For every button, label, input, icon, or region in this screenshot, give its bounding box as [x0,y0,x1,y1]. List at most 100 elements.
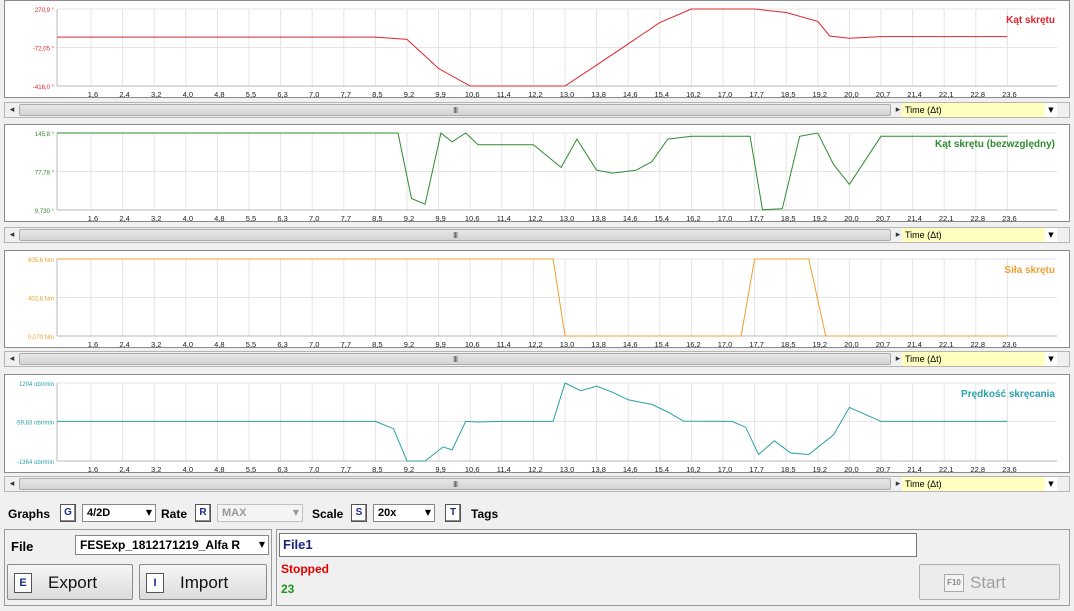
x-tick-label: 9,9 [435,90,445,99]
tags-label[interactable]: Tags [471,504,498,524]
tags-hotkey[interactable]: T [445,504,461,522]
export-button[interactable]: E Export [7,564,133,600]
scroll-left-icon[interactable]: ◂ [5,477,19,491]
x-tick-label: 19,2 [812,214,827,223]
x-tick-label: 19,2 [812,340,827,349]
chevron-down-icon: ▼ [258,536,265,554]
time-axis-label: Time (Δt) [905,105,942,115]
time-axis-select[interactable]: Time (Δt) ▼ [902,228,1057,242]
rate-select[interactable]: MAX ▼ [217,504,303,522]
scroll-thumb[interactable]: III [19,229,891,241]
chart-scrollbar[interactable]: ◂ III ▸ Time (Δt) ▼ [4,351,1070,367]
x-tick-label: 4,0 [183,340,193,349]
chevron-down-icon[interactable]: ▼ [1045,352,1057,366]
x-tick-label: 17,7 [749,465,764,474]
x-tick-label: 1,6 [88,214,98,223]
x-tick-label: 4,0 [183,90,193,99]
x-tick-label: 7,0 [309,340,319,349]
chart-scrollbar[interactable]: ◂ III ▸ Time (Δt) ▼ [4,476,1070,492]
time-axis-select[interactable]: Time (Δt) ▼ [902,103,1057,117]
x-tick-label: 9,2 [404,214,414,223]
x-tick-label: 7,0 [309,465,319,474]
graphs-select[interactable]: 4/2D ▼ [82,504,156,522]
chart-scrollbar[interactable]: ◂ III ▸ Time (Δt) ▼ [4,102,1070,118]
x-tick-label: 11,4 [497,90,511,99]
status-text: Stopped [281,562,329,576]
x-tick-label: 2,4 [119,214,129,223]
file-name-field[interactable]: File1 [279,533,917,557]
file-select[interactable]: FESExp_1812171219_Alfa R ▼ [75,535,269,555]
x-tick-label: 18,5 [781,214,796,223]
x-tick-label: 1,6 [88,340,98,349]
x-tick-label: 17,7 [749,340,764,349]
chart-steering-speed: 1,6 2,4 3,2 4,0 4,8 5,5 6,3 7,0 7,7 8,5 9,2 9,9 10,6… [15,382,1057,474]
chart-title: Siła skrętu [1004,265,1055,276]
x-tick-label: 20,0 [844,465,859,474]
x-tick-label: 22,8 [970,465,985,474]
scroll-grip-icon: III [453,355,458,364]
x-tick-label: 3,2 [151,214,161,223]
chevron-down-icon[interactable]: ▼ [1045,477,1057,491]
chevron-down-icon: ▼ [145,508,152,517]
x-tick-label: 4,8 [214,465,224,474]
chevron-down-icon[interactable]: ▼ [1045,228,1057,242]
scroll-thumb[interactable]: III [19,104,891,116]
import-button[interactable]: I Import [139,564,267,600]
x-tick-label: 17,0 [718,214,733,223]
x-tick-label: 10,6 [465,465,480,474]
x-tick-label: 7,7 [341,90,351,99]
scroll-grip-icon: III [453,106,458,115]
chart-panel-steering-angle: 1,6 2,4 3,2 4,0 4,8 5,5 6,3 7,0 7,7 8,5 9,2 9,9 10,6… [4,0,1070,99]
x-tick-label: 14,6 [623,214,638,223]
x-tick-label: 17,0 [718,90,733,99]
x-tick-label: 23,6 [1002,465,1017,474]
x-tick-label: 17,7 [749,214,764,223]
chevron-down-icon[interactable]: ▼ [1045,103,1057,117]
x-tick-label: 9,9 [435,340,445,349]
x-tick-label: 1,6 [88,90,98,99]
time-axis-select[interactable]: Time (Δt) ▼ [902,477,1057,491]
x-tick-label: 19,2 [812,465,827,474]
graphs-hotkey[interactable]: G [60,504,76,522]
x-tick-label: 21,4 [907,465,922,474]
y-tick-label: -416,0 ° [33,85,55,91]
chart-scrollbar[interactable]: ◂ III ▸ Time (Δt) ▼ [4,227,1070,243]
scroll-thumb[interactable]: III [19,353,891,365]
scale-select[interactable]: 20x ▼ [373,504,435,522]
x-tick-label: 9,9 [435,214,445,223]
x-tick-label: 22,8 [970,90,985,99]
x-tick-label: 15,4 [654,214,669,223]
x-tick-label: 20,7 [876,90,891,99]
scroll-left-icon[interactable]: ◂ [5,352,19,366]
y-tick-label: 9,730 ° [35,209,55,215]
x-tick-label: 6,3 [277,214,287,223]
x-tick-label: 20,0 [844,214,859,223]
scroll-left-icon[interactable]: ◂ [5,103,19,117]
chart-panel-steering-force: 1,6 2,4 3,2 4,0 4,8 5,5 6,3 7,0 7,7 8,5 9,2 9,9 10,6… [4,250,1070,349]
status-panel: File1 Stopped 23 F10 Start [276,529,1070,606]
scroll-grip-icon: III [453,480,458,489]
chevron-down-icon: ▼ [292,508,299,517]
scale-hotkey[interactable]: S [351,504,367,522]
y-tick-label: 145,8 ° [35,132,55,138]
scroll-thumb[interactable]: III [19,478,891,490]
x-tick-label: 12,2 [528,340,543,349]
x-tick-label: 16,2 [686,465,701,474]
x-tick-label: 9,2 [404,465,414,474]
start-label: Start [970,573,1006,592]
x-tick-label: 22,1 [939,214,954,223]
x-tick-label: 11,4 [497,214,511,223]
x-tick-label: 11,4 [497,465,511,474]
x-tick-label: 4,8 [214,90,224,99]
file-panel: File FESExp_1812171219_Alfa R ▼ E Export… [4,529,272,606]
x-tick-label: 7,0 [309,214,319,223]
x-tick-label: 5,5 [246,340,256,349]
x-tick-label: 5,5 [246,465,256,474]
rate-hotkey[interactable]: R [195,504,211,522]
x-tick-label: 20,7 [876,214,891,223]
time-axis-select[interactable]: Time (Δt) ▼ [902,352,1057,366]
start-button[interactable]: F10 Start [919,564,1060,600]
scroll-left-icon[interactable]: ◂ [5,228,19,242]
x-tick-label: 21,4 [907,90,922,99]
chart-title: Kąt skrętu [1006,15,1055,26]
